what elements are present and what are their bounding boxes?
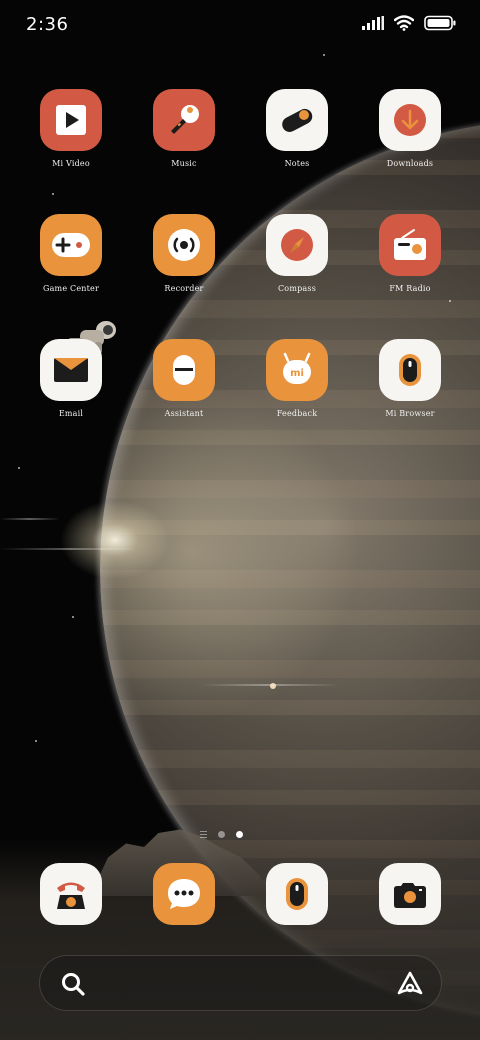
star — [449, 300, 451, 302]
light-streak — [0, 518, 60, 520]
svg-text:mi: mi — [290, 368, 304, 379]
envelope-icon — [54, 358, 88, 382]
star — [52, 193, 54, 195]
app-label: Assistant — [164, 409, 204, 418]
clock: 2:36 — [26, 14, 69, 35]
microphone-icon — [171, 105, 199, 134]
download-arrow-icon — [394, 104, 426, 136]
app-mi-browser[interactable]: Mi Browser — [360, 339, 460, 418]
app-game-center[interactable]: Game Center — [21, 214, 121, 293]
dock-messages[interactable] — [134, 863, 234, 925]
list-view-icon — [200, 831, 207, 838]
light-streak — [0, 548, 140, 550]
page-indicator[interactable] — [200, 831, 243, 838]
dock-camera[interactable] — [360, 863, 460, 925]
app-feedback[interactable]: mi Feedback — [247, 339, 347, 418]
compass-needle-icon — [281, 229, 313, 261]
search-icon[interactable] — [60, 971, 86, 997]
phone-icon — [57, 882, 85, 909]
assistant-a-icon[interactable] — [395, 969, 425, 999]
app-mi-video[interactable]: Mi Video — [21, 89, 121, 168]
star — [323, 54, 325, 56]
battery-icon — [424, 15, 456, 31]
signal-icon — [362, 16, 384, 30]
app-compass[interactable]: Compass — [247, 214, 347, 293]
message-icon — [168, 879, 200, 909]
app-assistant[interactable]: Assistant — [134, 339, 234, 418]
star — [18, 467, 20, 469]
browser-capsule-icon — [399, 354, 421, 386]
star — [270, 683, 276, 689]
app-label: Email — [58, 409, 84, 418]
app-label: FM Radio — [389, 284, 431, 293]
app-label: Feedback — [276, 409, 318, 418]
app-label: Downloads — [386, 159, 434, 168]
app-label: Compass — [277, 284, 317, 293]
star — [72, 616, 74, 618]
dock-phone[interactable] — [21, 863, 121, 925]
assistant-capsule-icon — [173, 355, 195, 385]
dock-browser[interactable] — [247, 863, 347, 925]
app-label: Music — [171, 159, 197, 168]
wifi-icon — [394, 15, 414, 31]
page-dot-active — [236, 831, 243, 838]
app-recorder[interactable]: Recorder — [134, 214, 234, 293]
play-icon — [56, 105, 86, 135]
status-icons — [362, 15, 456, 31]
app-downloads[interactable]: Downloads — [360, 89, 460, 168]
radio-icon — [394, 229, 426, 260]
app-email[interactable]: Email — [21, 339, 121, 418]
search-bar[interactable] — [39, 955, 442, 1011]
notes-toggle-icon — [282, 108, 313, 132]
app-label: Mi Video — [52, 159, 90, 168]
gamepad-icon — [52, 233, 90, 257]
app-label: Recorder — [164, 284, 204, 293]
app-music[interactable]: Music — [134, 89, 234, 168]
sun-flare — [60, 500, 170, 580]
app-label: Game Center — [42, 284, 99, 293]
page-dot — [218, 831, 225, 838]
status-bar: 2:36 — [0, 0, 480, 50]
browser-capsule-icon — [286, 878, 308, 910]
app-label: Notes — [284, 159, 310, 168]
app-fm-radio[interactable]: FM Radio — [360, 214, 460, 293]
camera-icon — [394, 883, 426, 908]
mi-bunny-icon: mi — [283, 352, 311, 384]
star — [35, 740, 37, 742]
app-notes[interactable]: Notes — [247, 89, 347, 168]
record-icon — [168, 229, 200, 261]
app-label: Mi Browser — [385, 409, 435, 418]
